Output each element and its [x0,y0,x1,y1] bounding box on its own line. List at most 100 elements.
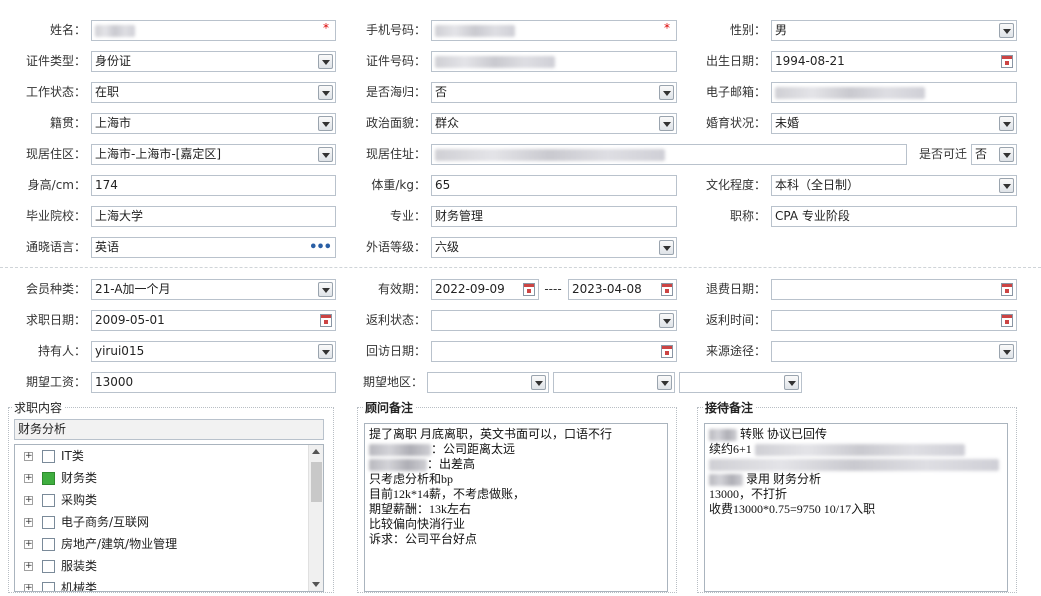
native-place-label: 籍贯： [49,116,86,130]
id-no-field[interactable] [431,51,677,72]
native-place-select[interactable]: 上海市 [91,113,336,134]
holder-select[interactable]: yirui015 [91,341,336,362]
calendar-icon[interactable] [1001,283,1013,296]
returnee-select[interactable]: 否 [431,82,677,103]
calendar-icon[interactable] [661,283,673,296]
rebate-status-select[interactable] [431,310,677,331]
chevron-down-icon[interactable] [999,147,1014,162]
member-type-select[interactable]: 21-A加一个月 [91,279,336,300]
name-label: 姓名： [49,23,86,37]
chevron-down-icon[interactable] [657,375,672,390]
rebate-time-field[interactable] [771,310,1017,331]
job-selected-field[interactable]: 财务分析 [14,419,324,440]
reception-notes-textarea[interactable]: 转账 协议已回传 续约6+1 录用 财务分析 13000，不打折 收费13000… [704,423,1008,592]
scroll-thumb[interactable] [311,462,322,502]
chevron-down-icon[interactable] [318,282,333,297]
chevron-down-icon[interactable] [318,85,333,100]
mobile-field[interactable]: * [431,20,677,41]
chevron-down-icon[interactable] [659,240,674,255]
valid-from-field[interactable]: 2022-09-09 [431,279,539,300]
checkbox[interactable] [42,494,55,507]
checkbox[interactable] [42,582,55,591]
calendar-icon[interactable] [320,314,332,327]
scroll-up-icon[interactable] [312,449,320,454]
education-select[interactable]: 本科（全日制） [771,175,1017,196]
tree-item-label: 采购类 [61,493,98,507]
gender-select[interactable]: 男 [771,20,1017,41]
marital-select[interactable]: 未婚 [771,113,1017,134]
relocate-select[interactable]: 否 [971,144,1017,165]
chevron-down-icon[interactable] [784,375,799,390]
id-no-label: 证件号码： [365,54,426,68]
height-field[interactable]: 174 [91,175,336,196]
expand-icon[interactable]: + [24,496,33,505]
expected-salary-field[interactable]: 13000 [91,372,336,393]
native-place-value: 上海市 [95,116,132,130]
redacted-text [435,148,665,161]
chevron-down-icon[interactable] [659,85,674,100]
height-value: 174 [95,178,118,192]
chevron-down-icon[interactable] [318,116,333,131]
job-date-value: 2009-05-01 [95,313,165,327]
chevron-down-icon[interactable] [999,344,1014,359]
chevron-down-icon[interactable] [999,116,1014,131]
work-status-select[interactable]: 在职 [91,82,336,103]
current-address-field[interactable] [431,144,907,165]
chevron-down-icon[interactable] [531,375,546,390]
tree-scrollbar[interactable] [308,445,323,591]
school-field[interactable]: 上海大学 [91,206,336,227]
languages-field[interactable]: 英语 ••• [91,237,336,258]
chevron-down-icon[interactable] [999,23,1014,38]
weight-field[interactable]: 65 [431,175,677,196]
id-type-select[interactable]: 身份证 [91,51,336,72]
calendar-icon[interactable] [523,283,535,296]
calendar-icon[interactable] [661,345,673,358]
calendar-icon[interactable] [1001,55,1013,68]
gender-label: 性别： [729,23,766,37]
chevron-down-icon[interactable] [318,147,333,162]
lang-level-select[interactable]: 六级 [431,237,677,258]
expand-icon[interactable]: + [24,540,33,549]
expected-region-city-select[interactable] [553,372,675,393]
checkbox[interactable] [42,450,55,463]
job-category-tree[interactable]: + IT类 + 财务类 + 采购类 + 电子商务/互联网 + 房地产/建筑/物业… [14,444,324,592]
email-field[interactable] [771,82,1017,103]
valid-to-field[interactable]: 2023-04-08 [568,279,677,300]
title-value: CPA 专业阶段 [775,209,850,223]
title-field[interactable]: CPA 专业阶段 [771,206,1017,227]
chevron-down-icon[interactable] [659,116,674,131]
chevron-down-icon[interactable] [659,313,674,328]
birthdate-field[interactable]: 1994-08-21 [771,51,1017,72]
refund-date-field[interactable] [771,279,1017,300]
expand-icon[interactable]: + [24,518,33,527]
calendar-icon[interactable] [1001,314,1013,327]
scroll-down-icon[interactable] [312,582,320,587]
more-icon[interactable]: ••• [309,238,332,257]
chevron-down-icon[interactable] [318,344,333,359]
checkbox-checked[interactable] [42,472,55,485]
expected-region-district-select[interactable] [679,372,802,393]
major-field[interactable]: 财务管理 [431,206,677,227]
current-area-select[interactable]: 上海市-上海市-[嘉定区] [91,144,336,165]
source-select[interactable] [771,341,1017,362]
expand-icon[interactable]: + [24,474,33,483]
checkbox[interactable] [42,516,55,529]
job-date-field[interactable]: 2009-05-01 [91,310,336,331]
expand-icon[interactable]: + [24,452,33,461]
id-type-label: 证件类型： [25,54,86,68]
name-field[interactable]: * [91,20,336,41]
tree-item-label: IT类 [61,449,84,463]
expand-icon[interactable]: + [24,584,33,591]
chevron-down-icon[interactable] [999,178,1014,193]
expand-icon[interactable]: + [24,562,33,571]
visit-date-field[interactable] [431,341,677,362]
chevron-down-icon[interactable] [318,54,333,69]
political-label: 政治面貌： [365,116,426,130]
checkbox[interactable] [42,538,55,551]
expected-region-province-select[interactable] [427,372,549,393]
checkbox[interactable] [42,560,55,573]
note-line: 目前12k*14薪，不考虑做账， [369,487,526,501]
advisor-notes-textarea[interactable]: 提了离职 月底离职，英文书面可以，口语不行 ：公司距离太远 ：出差高 只考虑分析… [364,423,668,592]
political-select[interactable]: 群众 [431,113,677,134]
redacted-text [435,55,555,68]
